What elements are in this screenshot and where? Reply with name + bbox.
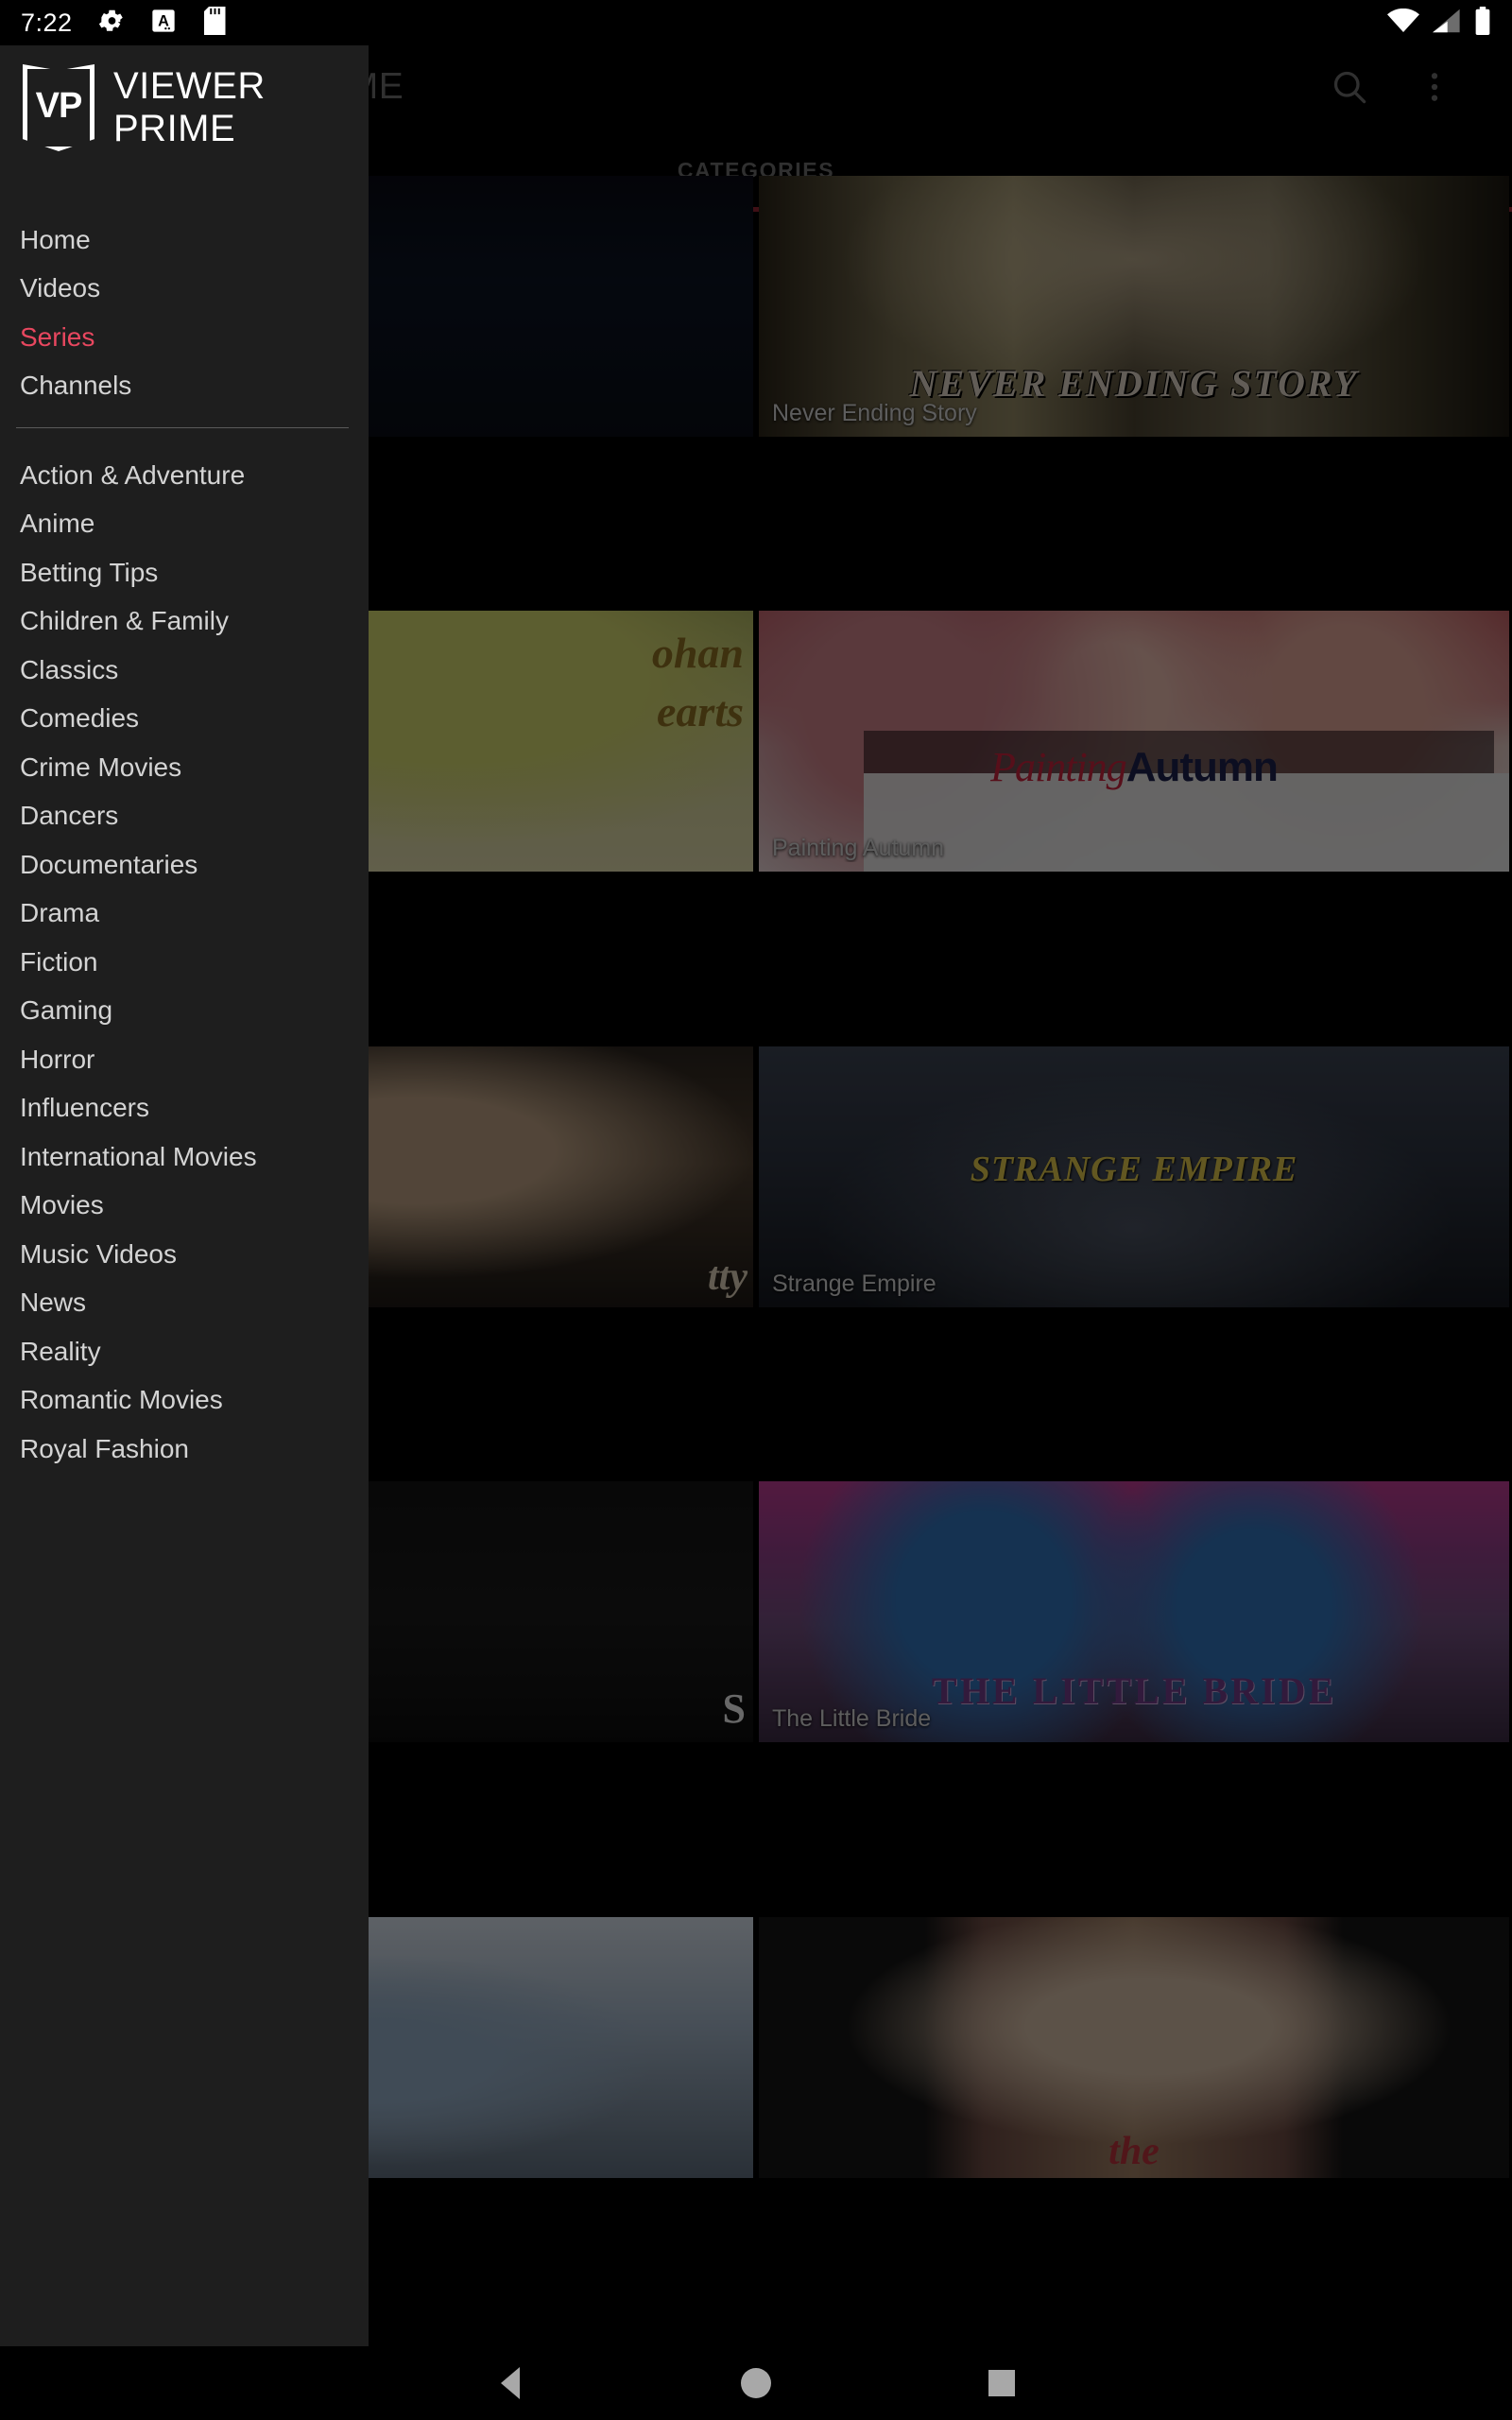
sidebar-item-classics[interactable]: Classics	[0, 646, 369, 695]
sidebar-item-action-adventure[interactable]: Action & Adventure	[0, 451, 369, 500]
sidebar-item-horror[interactable]: Horror	[0, 1035, 369, 1084]
svg-text:A: A	[158, 12, 169, 29]
system-navigation-bar	[0, 2346, 1512, 2420]
sidebar-item-movies[interactable]: Movies	[0, 1182, 369, 1231]
sidebar-item-music-videos[interactable]: Music Videos	[0, 1230, 369, 1279]
drawer-category-list: Action & Adventure Anime Betting Tips Ch…	[0, 451, 369, 1474]
drawer-logo-text: VP	[35, 85, 83, 126]
sidebar-item-videos[interactable]: Videos	[0, 265, 369, 314]
status-bar-clock: 7:22	[21, 8, 73, 37]
home-button[interactable]	[633, 2346, 879, 2420]
sidebar-item-channels[interactable]: Channels	[0, 362, 369, 411]
home-circle-icon	[741, 2368, 771, 2398]
sidebar-item-news[interactable]: News	[0, 1279, 369, 1328]
recents-button[interactable]	[879, 2346, 1125, 2420]
sidebar-item-documentaries[interactable]: Documentaries	[0, 840, 369, 890]
gear-icon	[97, 7, 126, 40]
back-button[interactable]	[387, 2346, 633, 2420]
sd-card-icon	[201, 6, 226, 40]
sidebar-item-gaming[interactable]: Gaming	[0, 987, 369, 1036]
cellular-signal-icon	[1433, 9, 1461, 38]
sidebar-item-home[interactable]: Home	[0, 216, 369, 265]
sidebar-item-children-family[interactable]: Children & Family	[0, 597, 369, 647]
sidebar-item-series[interactable]: Series	[0, 313, 369, 362]
sidebar-item-influencers[interactable]: Influencers	[0, 1084, 369, 1133]
sidebar-item-royal-fashion[interactable]: Royal Fashion	[0, 1425, 369, 1474]
back-triangle-icon	[501, 2367, 520, 2399]
sidebar-item-fiction[interactable]: Fiction	[0, 938, 369, 987]
sidebar-item-anime[interactable]: Anime	[0, 500, 369, 549]
navigation-drawer: VP VIEWER PRIME Home Videos Series Chann…	[0, 0, 369, 2346]
recents-square-icon	[988, 2370, 1015, 2396]
sidebar-item-dancers[interactable]: Dancers	[0, 792, 369, 841]
status-bar: 7:22 A	[0, 0, 1512, 45]
sidebar-item-crime-movies[interactable]: Crime Movies	[0, 743, 369, 792]
drawer-logo: VP	[23, 64, 94, 151]
sidebar-item-comedies[interactable]: Comedies	[0, 695, 369, 744]
sidebar-item-reality[interactable]: Reality	[0, 1327, 369, 1376]
status-bar-notification-icons: A	[97, 6, 226, 40]
wifi-icon	[1387, 8, 1419, 38]
sidebar-item-romantic-movies[interactable]: Romantic Movies	[0, 1376, 369, 1426]
drawer-divider	[16, 427, 349, 428]
a-font-icon: A	[150, 8, 177, 39]
sidebar-item-international-movies[interactable]: International Movies	[0, 1132, 369, 1182]
sidebar-item-betting-tips[interactable]: Betting Tips	[0, 548, 369, 597]
drawer-title: VIEWER PRIME	[113, 65, 266, 149]
battery-icon	[1474, 6, 1491, 40]
drawer-primary-list: Home Videos Series Channels	[0, 216, 369, 410]
sidebar-item-drama[interactable]: Drama	[0, 890, 369, 939]
status-bar-system-icons	[1387, 6, 1491, 40]
